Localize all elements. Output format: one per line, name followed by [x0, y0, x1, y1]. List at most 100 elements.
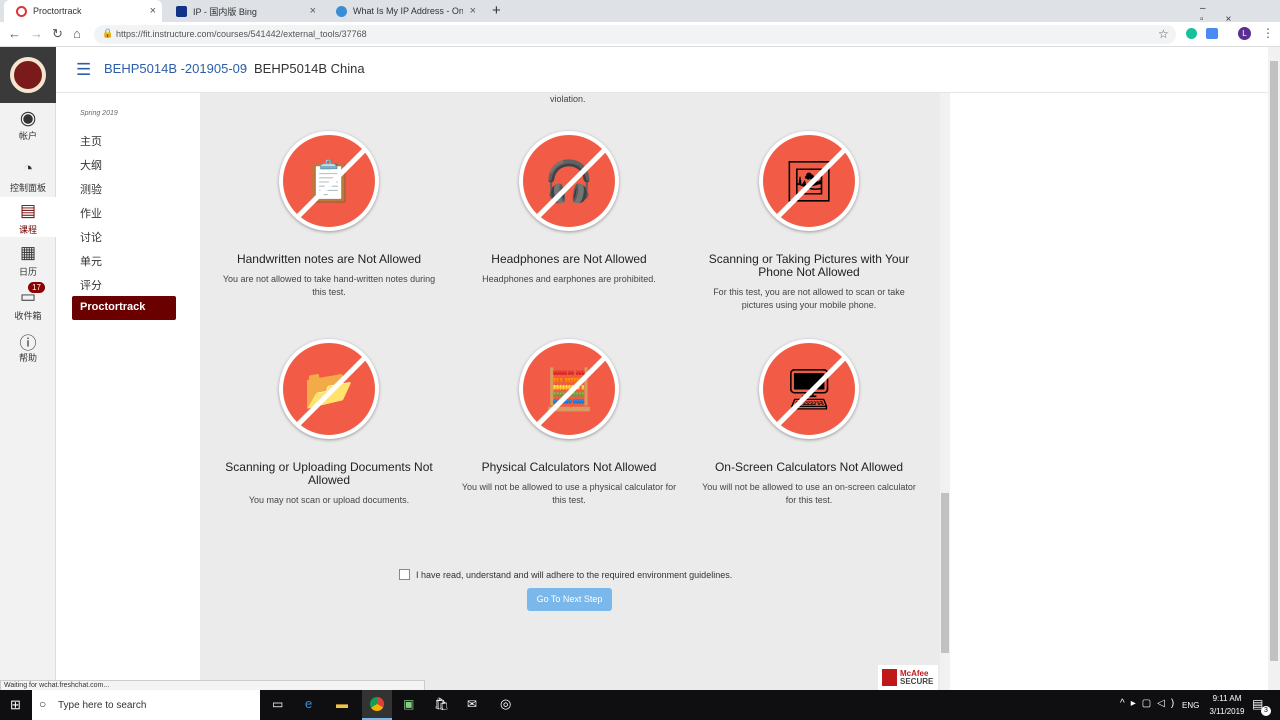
- menu-icon[interactable]: ⋮: [1262, 26, 1274, 40]
- rule-title: Handwritten notes are Not Allowed: [236, 252, 422, 266]
- course-nav-proctortrack[interactable]: Proctortrack: [72, 296, 176, 320]
- rule-title: Scanning or Uploading Documents Not Allo…: [225, 460, 433, 487]
- unread-badge: 17: [28, 282, 45, 293]
- course-nav-home[interactable]: 主页: [80, 133, 102, 149]
- app-icon[interactable]: ◎: [500, 696, 511, 712]
- nav-help[interactable]: ⓘ 帮助: [0, 329, 56, 369]
- forward-icon[interactable]: →: [30, 26, 43, 41]
- tab-title: What Is My IP Address - Online P: [353, 6, 463, 16]
- rule-card: 🖼 Scanning or Taking Pictures with Your P…: [699, 131, 919, 312]
- nav-calendar[interactable]: ▦ 日历: [0, 243, 56, 283]
- course-nav: Spring 2019 主页 大纲 测验 作业 讨论 单元 评分 Proctor…: [56, 93, 200, 690]
- back-icon[interactable]: ←: [8, 26, 21, 41]
- rule-card: 🧮 Physical Calculators Not Allowed You wil…: [459, 339, 679, 507]
- chrome-taskbar-icon[interactable]: [362, 690, 392, 720]
- proctortrack-frame: violation. 📋 Handwritten notes are Not Al…: [200, 93, 940, 690]
- rule-desc: You may not scan or upload documents.: [248, 495, 410, 505]
- home-icon[interactable]: ⌂: [73, 26, 81, 41]
- url-text: https://fit.instructure.com/courses/5414…: [116, 29, 367, 39]
- term-label: Spring 2019: [80, 110, 118, 117]
- rule-title: Scanning or Taking Pictures with Your Ph…: [708, 252, 910, 279]
- task-view-icon[interactable]: ▭: [272, 697, 283, 711]
- nav-label: 控制面板: [9, 183, 46, 193]
- agree-label[interactable]: I have read, understand and will adhere …: [416, 570, 732, 580]
- file-explorer-icon[interactable]: ▬: [336, 697, 348, 711]
- headphones-icon: 🎧: [519, 131, 619, 231]
- new-tab-button[interactable]: +: [492, 2, 501, 19]
- tab-title: IP - 国内版 Bing: [193, 6, 257, 17]
- search-placeholder: Type here to search: [58, 700, 147, 711]
- agree-checkbox[interactable]: [399, 569, 410, 580]
- mcafee-badge[interactable]: McAfee SECURE: [878, 665, 938, 690]
- close-icon[interactable]: ×: [470, 5, 476, 17]
- global-nav: ◉ 帐户 ◔ 控制面板 ▤ 课程 ▦ 日历 ▭ 收件箱 17 ⓘ 帮助: [0, 47, 56, 690]
- rule-title: On-Screen Calculators Not Allowed: [714, 460, 904, 474]
- nav-courses[interactable]: ▤ 课程: [0, 197, 56, 237]
- tab-title: Proctortrack: [33, 6, 82, 16]
- language-indicator[interactable]: ENG: [1182, 701, 1199, 710]
- page-scrollbar[interactable]: [1268, 47, 1280, 690]
- close-icon[interactable]: ×: [310, 5, 316, 17]
- rule-card: 📋 Handwritten notes are Not Allowed You ar…: [219, 131, 439, 299]
- store-icon[interactable]: 🛍: [434, 697, 449, 711]
- upload-document-icon: 📂: [279, 339, 379, 439]
- rule-desc: You are not allowed to take hand-written…: [222, 274, 436, 297]
- rule-desc: For this test, you are not allowed to sc…: [713, 287, 905, 310]
- translate-icon[interactable]: [1206, 28, 1218, 39]
- notepad-icon: 📋: [279, 131, 379, 231]
- reload-icon[interactable]: ↻: [52, 26, 63, 42]
- dashboard-icon: ◔: [22, 159, 34, 178]
- app-icon[interactable]: ▣: [403, 697, 414, 711]
- book-icon: ▤: [19, 201, 37, 220]
- calculator-icon: 🧮: [519, 339, 619, 439]
- nav-label: 帮助: [18, 353, 37, 363]
- url-input[interactable]: 🔒 https://fit.instructure.com/courses/541…: [94, 25, 1176, 44]
- mcafee-shield-icon: [882, 669, 897, 686]
- rule-card: 🎧 Headphones are Not Allowed Headphones an…: [459, 131, 679, 286]
- course-nav-discussions[interactable]: 讨论: [80, 229, 102, 245]
- notification-count: 3: [1261, 706, 1271, 716]
- taskbar: ⊞ ○ Type here to search ▭ e ▬ ▣ 🛍 ✉ ◎ ^▸▢…: [0, 690, 1280, 720]
- clock-time[interactable]: 9:11 AM: [1207, 694, 1247, 703]
- nav-label: 收件箱: [14, 311, 42, 321]
- course-nav-syllabus[interactable]: 大纲: [80, 157, 102, 173]
- taskbar-search[interactable]: ○ Type here to search: [32, 690, 260, 720]
- rule-title: Headphones are Not Allowed: [491, 252, 647, 266]
- rule-card: 🖥 On-Screen Calculators Not Allowed You wi…: [699, 339, 919, 507]
- windows-start-icon[interactable]: ⊞: [10, 697, 21, 713]
- mail-icon[interactable]: ✉: [467, 697, 477, 711]
- globe-favicon: [336, 5, 347, 17]
- close-icon[interactable]: ×: [150, 5, 156, 17]
- rule-desc: Headphones and earphones are prohibited.: [482, 274, 656, 284]
- chevron-right-icon: ›: [243, 62, 247, 74]
- nav-inbox[interactable]: ▭ 收件箱 17: [0, 282, 56, 327]
- rule-desc: You will not be allowed to use an on-scr…: [702, 482, 916, 505]
- course-nav-quizzes[interactable]: 测验: [80, 181, 102, 197]
- rule-desc: You will not be allowed to use a physica…: [461, 482, 677, 505]
- address-bar-row: ← → ↻ ⌂ 🔒 https://fit.instructure.com/cou…: [0, 22, 1280, 47]
- star-icon[interactable]: ☆: [1158, 27, 1169, 41]
- course-nav-modules[interactable]: 单元: [80, 253, 102, 269]
- institution-logo[interactable]: [0, 47, 56, 103]
- nav-label: 帐户: [18, 131, 37, 141]
- clock-date[interactable]: 3/11/2019: [1205, 707, 1249, 716]
- badge-line2: SECURE: [900, 676, 934, 686]
- proctortrack-favicon: [16, 5, 27, 17]
- lock-icon: 🔒: [102, 28, 114, 38]
- breadcrumb-course-link[interactable]: BEHP5014B -201905-09: [104, 61, 247, 76]
- edge-icon[interactable]: e: [305, 696, 312, 711]
- picture-icon: 🖼: [759, 131, 859, 231]
- hamburger-icon[interactable]: ☰: [76, 60, 91, 80]
- rule-title: Physical Calculators Not Allowed: [481, 460, 657, 474]
- tab-proctortrack[interactable]: Proctortrack ×: [4, 0, 162, 22]
- next-step-button[interactable]: Go To Next Step: [527, 588, 612, 611]
- profile-avatar[interactable]: L: [1238, 27, 1251, 40]
- tab-whatismyip[interactable]: What Is My IP Address - Online P ×: [324, 0, 482, 22]
- grammarly-icon[interactable]: [1186, 28, 1197, 39]
- course-nav-grades[interactable]: 评分: [80, 277, 102, 293]
- nav-account[interactable]: ◉ 帐户: [0, 107, 56, 151]
- tab-bing[interactable]: IP - 国内版 Bing ×: [164, 0, 322, 22]
- frame-scrollbar[interactable]: [940, 93, 950, 690]
- system-tray-icons[interactable]: ^▸▢◁): [1120, 698, 1180, 709]
- course-nav-assignments[interactable]: 作业: [80, 205, 102, 221]
